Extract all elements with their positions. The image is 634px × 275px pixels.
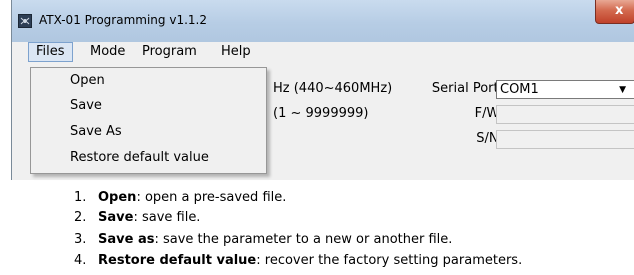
list-desc: : save the parameter to a new or another… xyxy=(154,232,453,247)
window-title: ATX-01 Programming v1.1.2 xyxy=(39,13,207,27)
sn-field xyxy=(496,130,634,149)
serial-port-select[interactable]: COM1 ▼ xyxy=(496,80,634,99)
list-desc: : recover the factory setting parameters… xyxy=(256,253,523,268)
menu-program[interactable]: Program xyxy=(135,42,204,62)
menu-mode[interactable]: Mode xyxy=(83,42,132,62)
list-term: Restore default value xyxy=(98,253,257,268)
range-label: (1 ~ 9999999) xyxy=(273,106,369,121)
sn-label: S/N: xyxy=(476,131,503,146)
list-term: Save xyxy=(98,210,134,225)
menu-files[interactable]: Files xyxy=(28,42,73,62)
fw-label: F/W: xyxy=(474,106,503,121)
menu-help[interactable]: Help xyxy=(214,42,258,62)
title-bar[interactable]: ATX-01 Programming v1.1.2 x xyxy=(12,0,634,42)
list-term: Save as xyxy=(98,232,155,247)
menu-item-save[interactable]: Save xyxy=(70,98,102,113)
list-desc: : save file. xyxy=(133,210,201,225)
serial-port-label: Serial Port: xyxy=(431,81,503,96)
fw-field xyxy=(496,105,634,124)
close-button[interactable]: x xyxy=(595,0,634,24)
menu-item-save-as[interactable]: Save As xyxy=(70,124,122,139)
close-icon: x xyxy=(615,3,624,18)
menu-item-open[interactable]: Open xyxy=(70,73,105,88)
list-desc: : open a pre-saved file. xyxy=(136,190,287,205)
files-dropdown-menu: Open Save Save As Restore default value xyxy=(30,67,267,174)
menu-bar: Files Mode Program Help xyxy=(20,42,634,62)
serial-port-value: COM1 xyxy=(500,82,539,97)
list-term: Open xyxy=(98,190,137,205)
menu-item-restore-default[interactable]: Restore default value xyxy=(70,150,209,165)
chevron-down-icon: ▼ xyxy=(619,85,626,95)
app-icon xyxy=(18,14,32,28)
frequency-unit-label: Hz (440~460MHz) xyxy=(273,81,393,96)
